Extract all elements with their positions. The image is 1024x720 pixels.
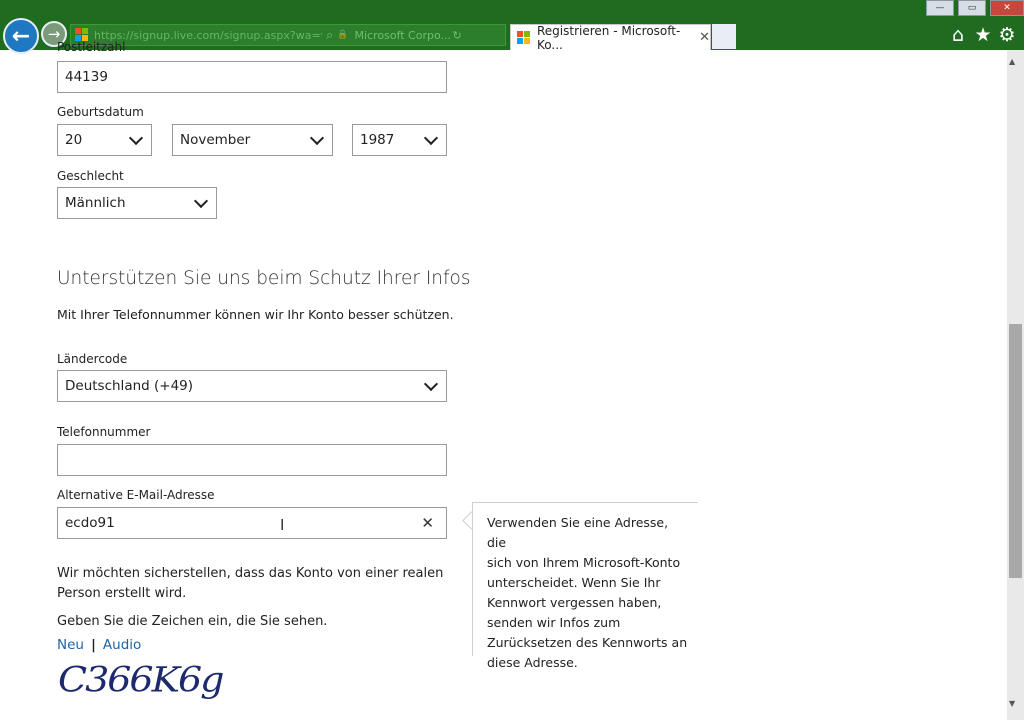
phone-input[interactable]: [57, 444, 447, 476]
captcha-intro-line: Person erstellt wird.: [57, 586, 187, 601]
chevron-down-icon: [423, 376, 439, 391]
captcha-intro: Wir möchten sicherstellen, dass das Kont…: [57, 564, 443, 604]
tooltip-line: Zurücksetzen des Kennworts an: [487, 635, 688, 650]
postal-code-label: Postleitzahl: [57, 40, 126, 54]
gender-select[interactable]: Männlich: [57, 187, 217, 219]
phone-label: Telefonnummer: [57, 425, 151, 439]
scroll-down-arrow-icon[interactable]: ▼: [1009, 699, 1015, 708]
tools-gear-icon[interactable]: ⚙: [996, 24, 1018, 46]
country-code-label: Ländercode: [57, 352, 128, 366]
alt-email-value: ecdo91: [65, 515, 115, 531]
birth-day-select[interactable]: 20: [57, 124, 152, 156]
address-bar[interactable]: https://signup.live.com/signup.aspx?wa=w…: [70, 24, 506, 46]
birthdate-label: Geburtsdatum: [57, 105, 144, 119]
back-button[interactable]: ←: [3, 18, 39, 54]
captcha-new-link[interactable]: Neu: [57, 637, 84, 653]
new-tab-button[interactable]: [712, 24, 736, 49]
scroll-up-arrow-icon[interactable]: ▲: [1009, 57, 1015, 66]
clear-input-icon[interactable]: ✕: [421, 514, 434, 532]
home-icon[interactable]: ⌂: [947, 24, 969, 46]
birth-month-select[interactable]: November: [172, 124, 333, 156]
postal-code-input[interactable]: 44139: [57, 61, 447, 93]
country-code-value: Deutschland (+49): [65, 378, 194, 394]
chevron-down-icon: [309, 130, 325, 145]
tooltip-line: senden wir Infos zum: [487, 615, 621, 630]
captcha-instruction: Geben Sie die Zeichen ein, die Sie sehen…: [57, 614, 328, 629]
tab-inactive-title[interactable]: Microsoft Corpo...: [355, 29, 451, 42]
search-icon[interactable]: ⌕: [326, 28, 333, 43]
microsoft-logo-icon: [517, 30, 531, 45]
birth-day-value: 20: [65, 132, 83, 148]
tab-active[interactable]: Registrieren - Microsoft-Ko... ✕: [510, 23, 711, 52]
captcha-audio-link[interactable]: Audio: [103, 637, 141, 653]
email-hint-tooltip: Verwenden Sie eine Adresse, die sich von…: [472, 502, 698, 670]
captcha-image: C366K6g: [58, 660, 224, 700]
maximize-button[interactable]: ▭: [958, 0, 986, 16]
tooltip-line: sich von Ihrem Microsoft-Konto: [487, 555, 681, 570]
chevron-down-icon: [128, 130, 144, 145]
chevron-down-icon: [193, 193, 209, 208]
lock-icon: 🔒: [337, 30, 349, 40]
tab-title: Registrieren - Microsoft-Ko...: [537, 23, 681, 52]
scrollbar-thumb[interactable]: [1009, 324, 1022, 578]
tooltip-line: Kennwort vergessen haben,: [487, 595, 662, 610]
country-code-select[interactable]: Deutschland (+49): [57, 370, 447, 402]
captcha-intro-line: Wir möchten sicherstellen, dass das Kont…: [57, 566, 444, 581]
chevron-down-icon: [423, 130, 439, 145]
tooltip-line: diese Adresse.: [487, 655, 578, 670]
birth-month-value: November: [180, 132, 251, 148]
close-window-button[interactable]: ✕: [990, 0, 1024, 16]
gender-value: Männlich: [65, 195, 126, 211]
favorites-star-icon[interactable]: ★: [972, 24, 994, 46]
close-tab-icon[interactable]: ✕: [699, 30, 710, 45]
tooltip-line: unterscheidet. Wenn Sie Ihr: [487, 575, 661, 590]
section-description: Mit Ihrer Telefonnummer können wir Ihr K…: [57, 307, 454, 322]
alt-email-label: Alternative E-Mail-Adresse: [57, 488, 215, 502]
birth-year-value: 1987: [360, 132, 395, 148]
back-arrow-icon: ←: [11, 23, 31, 49]
link-separator: |: [91, 638, 96, 653]
url-text: https://signup.live.com/signup.aspx?wa=w: [94, 28, 322, 42]
section-heading: Unterstützen Sie uns beim Schutz Ihrer I…: [57, 268, 471, 289]
birth-year-select[interactable]: 1987: [352, 124, 447, 156]
alt-email-input[interactable]: ecdo91 I ✕: [57, 507, 447, 539]
refresh-icon[interactable]: ↻: [453, 29, 462, 42]
minimize-button[interactable]: —: [926, 0, 954, 16]
captcha-links: Neu | Audio: [57, 634, 141, 653]
gender-label: Geschlecht: [57, 169, 124, 183]
tooltip-line: Verwenden Sie eine Adresse, die: [487, 515, 669, 550]
text-cursor-icon: I: [280, 516, 285, 534]
